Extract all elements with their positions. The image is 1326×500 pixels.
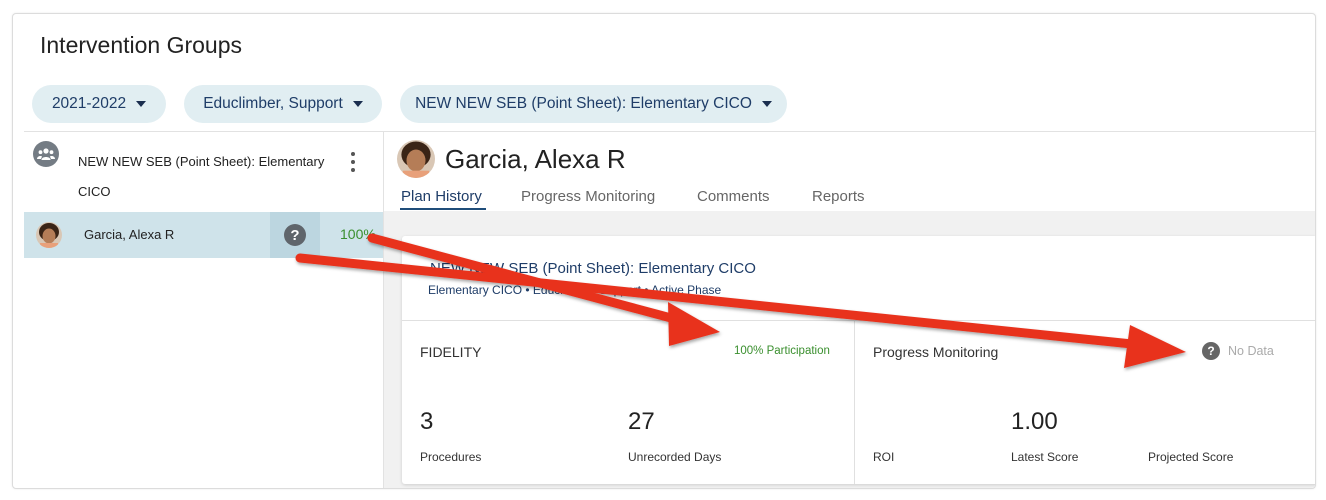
group-filter[interactable]: NEW NEW SEB (Point Sheet): Elementary CI… — [400, 85, 787, 123]
procedures-label: Procedures — [420, 450, 482, 464]
unrecorded-days-value: 27 — [628, 408, 655, 435]
owner-filter-label: Educlimber, Support — [203, 95, 343, 112]
divider — [402, 320, 1315, 321]
tab-progress-monitoring[interactable]: Progress Monitoring — [521, 188, 655, 205]
latest-score-value: 1.00 — [1011, 408, 1058, 435]
tab-comments[interactable]: Comments — [697, 188, 770, 205]
school-year-filter-label: 2021-2022 — [51, 95, 127, 112]
divider — [24, 131, 1315, 132]
procedures-value: 3 — [420, 408, 434, 435]
group-icon — [33, 141, 59, 167]
participation-badge: 100% Participation — [734, 345, 830, 357]
divider — [854, 320, 855, 484]
caret-down-icon — [136, 101, 147, 107]
roi-label: ROI — [873, 450, 895, 464]
more-options-icon[interactable] — [347, 150, 359, 174]
plan-card: NEW NEW SEB (Point Sheet): Elementary CI… — [402, 236, 1315, 484]
no-data-label: No Data — [1228, 344, 1274, 358]
caret-down-icon — [352, 101, 363, 107]
status-cell[interactable]: ? — [270, 212, 320, 258]
participation-percent: 100% — [340, 226, 376, 242]
tab-plan-history[interactable]: Plan History — [401, 188, 482, 205]
latest-score-label: Latest Score — [1011, 450, 1079, 464]
school-year-filter[interactable]: 2021-2022 — [32, 85, 166, 123]
question-icon: ? — [284, 224, 306, 246]
app-frame: Intervention Groups 2021-2022 Educlimber… — [12, 13, 1316, 489]
group-filter-label: NEW NEW SEB (Point Sheet): Elementary CI… — [415, 95, 752, 112]
fidelity-title: FIDELITY — [420, 344, 482, 360]
student-title: Garcia, Alexa R — [445, 144, 626, 174]
owner-filter[interactable]: Educlimber, Support — [184, 85, 382, 123]
student-avatar — [36, 222, 62, 248]
student-avatar-large — [397, 140, 435, 178]
question-icon: ? — [1202, 342, 1220, 360]
no-data-status: ? No Data — [1202, 342, 1274, 360]
active-tab-indicator — [400, 208, 486, 210]
projected-score-label: Projected Score — [1148, 450, 1234, 464]
caret-down-icon — [761, 101, 772, 107]
plan-title[interactable]: NEW NEW SEB (Point Sheet): Elementary CI… — [430, 260, 756, 277]
student-list-item[interactable]: Garcia, Alexa R ? 100% — [24, 212, 383, 258]
group-name[interactable]: NEW NEW SEB (Point Sheet): Elementary CI… — [78, 147, 338, 207]
progress-monitoring-title: Progress Monitoring — [873, 344, 999, 360]
student-name: Garcia, Alexa R — [84, 227, 175, 242]
unrecorded-days-label: Unrecorded Days — [628, 450, 722, 464]
plan-meta: Elementary CICO • Educlimber, Support • … — [428, 283, 722, 297]
tab-reports[interactable]: Reports — [812, 188, 865, 205]
page-title: Intervention Groups — [40, 32, 243, 58]
